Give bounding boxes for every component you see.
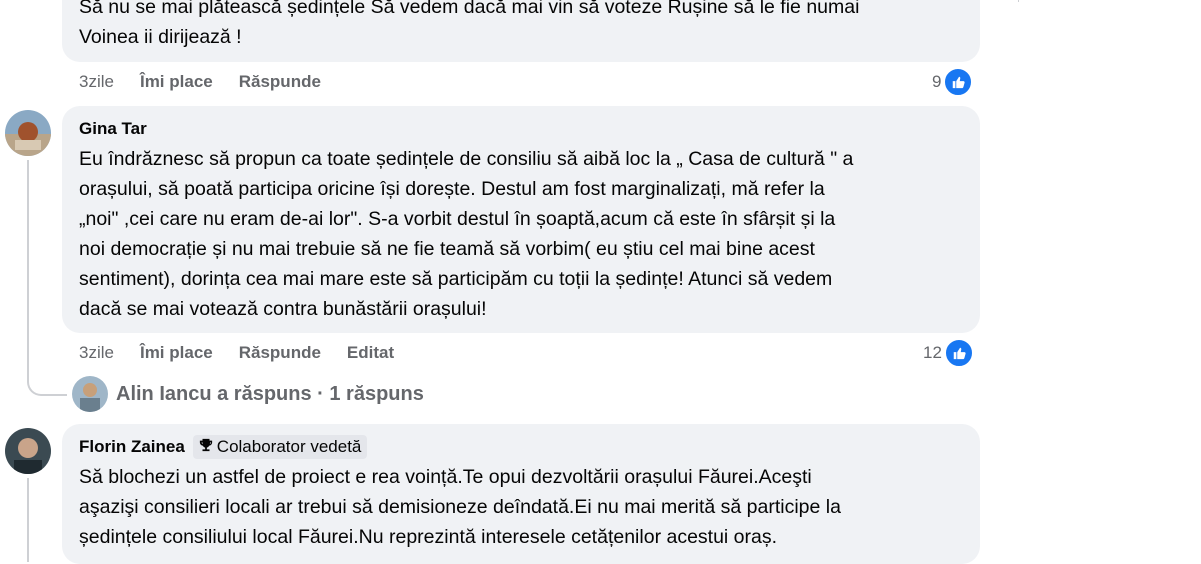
comment-author[interactable]: Florin Zainea <box>79 437 185 457</box>
like-thumb-icon <box>943 338 974 368</box>
reply-button[interactable]: Răspunde <box>239 72 321 92</box>
comment-text: Să blochezi un astfel de proiect e rea v… <box>79 466 841 548</box>
reaction-summary[interactable]: 9 <box>932 67 974 97</box>
comment-text: Eu îndrăznesc să propun ca toate ședințe… <box>79 148 854 320</box>
comment-bubble: Gina Tar Eu îndrăznesc să propun ca toat… <box>62 106 980 333</box>
reply-button[interactable]: Răspunde <box>239 343 321 363</box>
like-button[interactable]: Îmi place <box>140 72 213 92</box>
edited-label[interactable]: Editat <box>347 343 394 363</box>
view-replies-link[interactable]: Alin Iancu a răspuns · 1 răspuns <box>72 376 424 412</box>
replies-text: Alin Iancu a răspuns · 1 răspuns <box>116 382 424 405</box>
top-contributor-badge[interactable]: Colaborator vedetă <box>192 435 368 459</box>
comment-bubble: Florin Zainea Colaborator vedetă Să bloc… <box>62 424 980 564</box>
comment-actions: 3zile Îmi place Răspunde Editat <box>79 342 394 364</box>
avatar[interactable] <box>5 110 51 156</box>
reaction-summary[interactable]: 12 <box>923 338 974 368</box>
avatar[interactable] <box>5 428 51 474</box>
divider <box>1018 0 1019 2</box>
comment-author[interactable]: Gina Tar <box>79 119 147 139</box>
thread-line <box>27 160 29 382</box>
trophy-icon <box>199 437 213 457</box>
reaction-count: 9 <box>932 72 942 91</box>
badge-label: Colaborator vedetă <box>216 437 362 456</box>
thread-line <box>27 478 29 562</box>
comment-text: Să nu se mai plătească ședințele Să vede… <box>79 0 860 48</box>
like-button[interactable]: Îmi place <box>140 343 213 363</box>
avatar <box>72 376 108 412</box>
like-thumb-icon <box>943 67 974 97</box>
comment-bubble: Să nu se mai plătească ședințele Să vede… <box>62 0 980 62</box>
reaction-count: 12 <box>923 343 942 362</box>
comment-time[interactable]: 3zile <box>79 343 114 363</box>
thread-connector <box>27 378 67 396</box>
comment-actions: 3zile Îmi place Răspunde <box>79 71 321 93</box>
comment-time[interactable]: 3zile <box>79 72 114 92</box>
